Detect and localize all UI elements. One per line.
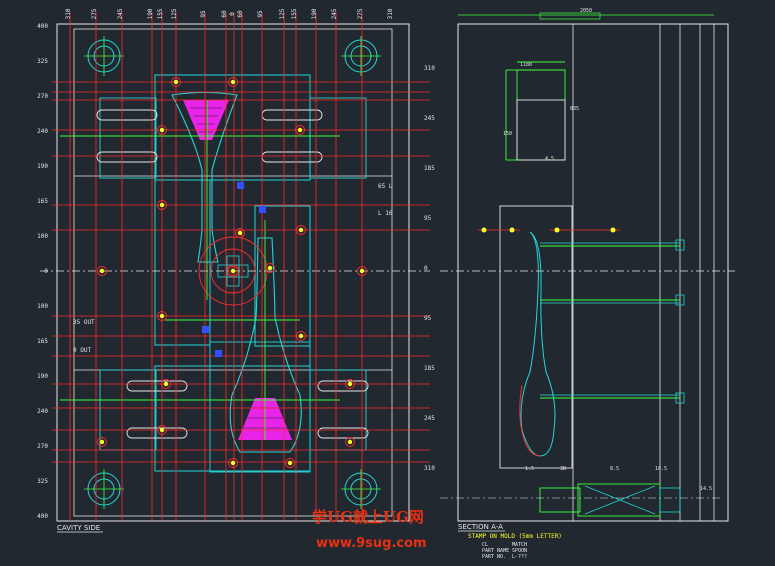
callout-3: 65 L <box>378 183 393 190</box>
dimension-label: 0 <box>229 12 236 16</box>
section-dimension-label: 8.5 <box>610 466 619 472</box>
section-dimension-label: 150 <box>503 131 512 137</box>
section-dimension-label: 835 <box>570 106 579 112</box>
left-dimension-labels: 400 325 270 240 190 165 100 0 100 165 190 240 270 325… <box>37 23 48 520</box>
section-dimension-label: 1.5 <box>525 466 534 472</box>
dimension-label: 400 <box>37 23 48 30</box>
dimension-label: 60 <box>221 10 228 18</box>
dimension-label: 270 <box>37 93 48 100</box>
dimension-label: 0 <box>44 268 48 275</box>
dimension-label: 60 <box>237 10 244 18</box>
dimension-label: 165 <box>37 338 48 345</box>
dimension-label: 95 <box>200 10 207 18</box>
dimension-label: 190 <box>37 163 48 170</box>
dimension-label: 100 <box>37 233 48 240</box>
section-dimension-label: 38 <box>560 466 566 472</box>
dimension-label: 95 <box>424 315 432 322</box>
dimension-label: 400 <box>37 513 48 520</box>
dimension-label: 310 <box>65 8 72 19</box>
dimension-label: 155 <box>157 8 164 19</box>
dimension-label: 190 <box>147 8 154 19</box>
watermark-line-1: 学UG就上UG网 <box>312 508 424 526</box>
note-value-3: L-??? <box>512 554 527 560</box>
dimension-label: 245 <box>424 115 435 122</box>
top-dimension-labels: 310 275 245 190 155 125 95 60 0 60 95 125 155 190 245 2… <box>65 8 394 19</box>
dimension-label: 325 <box>37 58 48 65</box>
dimension-label: 190 <box>37 373 48 380</box>
dimension-label: 270 <box>37 443 48 450</box>
dimension-label: 310 <box>387 8 394 19</box>
dimension-label: 275 <box>91 8 98 19</box>
section-dimension-label: 4.5 <box>545 156 554 162</box>
dimension-label: 245 <box>331 8 338 19</box>
dimension-label: 100 <box>37 303 48 310</box>
note-label-3: PART NO. <box>482 554 506 560</box>
cavity-side-view: CAVITY SIDE 35 OUT 0 OUT 65 L L 16 <box>40 12 430 533</box>
dimension-label: 185 <box>424 165 435 172</box>
dimension-label: 125 <box>171 8 178 19</box>
dimension-label: 0 <box>424 265 428 272</box>
dimension-label: 325 <box>37 478 48 485</box>
callout-1: 35 OUT <box>73 319 95 326</box>
left-view-title: CAVITY SIDE <box>57 524 100 532</box>
dimension-label: 125 <box>279 8 286 19</box>
dimension-label: 310 <box>424 465 435 472</box>
section-dimension-label: 1180 <box>520 62 532 68</box>
dimension-label: 155 <box>291 8 298 19</box>
dimension-label: 95 <box>257 10 264 18</box>
dimension-label: 245 <box>117 8 124 19</box>
dimension-label: 165 <box>37 198 48 205</box>
dimension-label: 95 <box>424 215 432 222</box>
right-dimension-labels: 31024518595095185245310205011808351504.5… <box>424 8 712 492</box>
cad-drawing: CAVITY SIDE 35 OUT 0 OUT 65 L L 16 400 32… <box>37 8 735 560</box>
dimension-label: 275 <box>357 8 364 19</box>
dimension-label: 240 <box>37 128 48 135</box>
section-view: SECTION A-A STAMP ON MOLD (5mm LETTER) C… <box>440 12 735 560</box>
callout-4: L 16 <box>378 210 393 217</box>
right-view-title: SECTION A-A <box>458 523 503 531</box>
stamp-note-title: STAMP ON MOLD (5mm LETTER) <box>468 533 562 540</box>
dimension-label: 190 <box>311 8 318 19</box>
dimension-label: 245 <box>424 415 435 422</box>
section-dimension-label: 14.5 <box>700 486 712 492</box>
dimension-label: 240 <box>37 408 48 415</box>
callout-2: 0 OUT <box>73 347 91 354</box>
watermark-line-2: www.9sug.com <box>316 536 427 551</box>
section-dimension-label: 10.5 <box>655 466 667 472</box>
site-watermark: 学UG就上UG网 www.9sug.com <box>312 508 427 551</box>
dimension-label: 310 <box>424 65 435 72</box>
dimension-label: 185 <box>424 365 435 372</box>
